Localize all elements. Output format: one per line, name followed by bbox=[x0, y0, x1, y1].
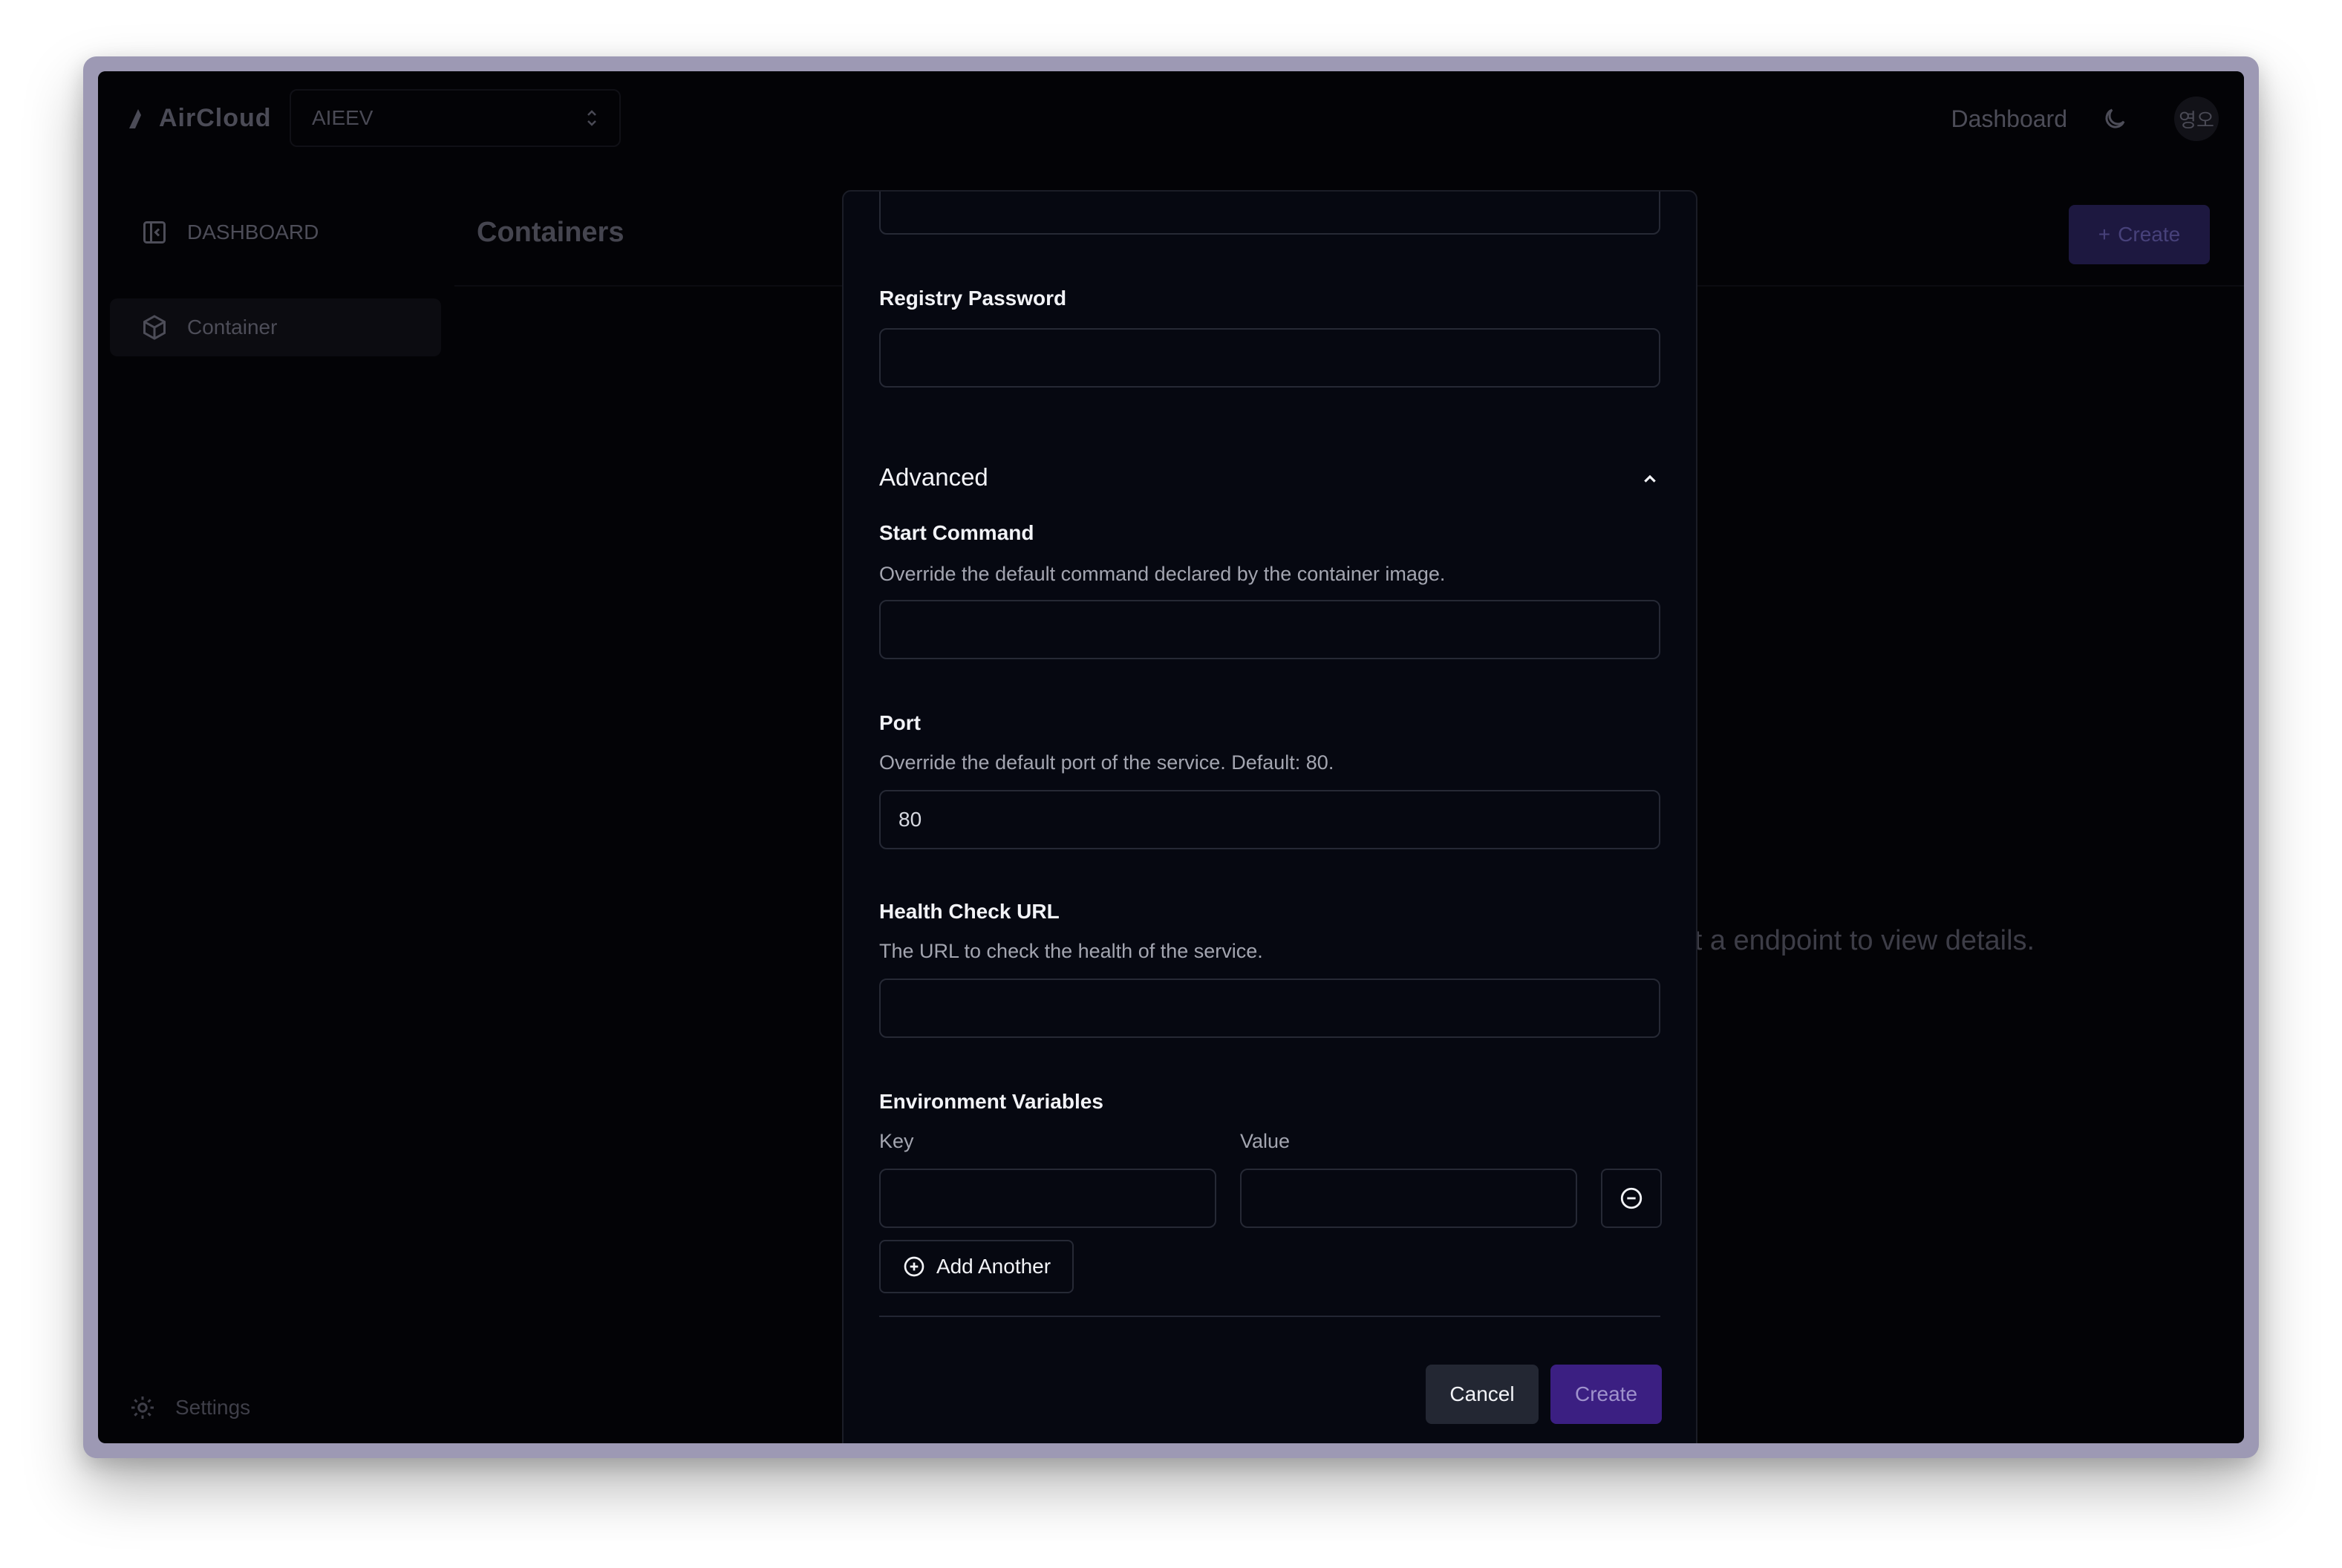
page-title: Containers bbox=[477, 217, 624, 248]
sidebar-item-container[interactable]: Container bbox=[110, 298, 441, 356]
app-window: AirCloud AIEEV Dashboard 영오 DASHBOARD Co… bbox=[98, 71, 2244, 1443]
registry-username-input[interactable] bbox=[879, 192, 1660, 235]
avatar[interactable]: 영오 bbox=[2174, 97, 2219, 141]
box-icon bbox=[143, 315, 166, 340]
port-label: Port bbox=[879, 711, 921, 734]
settings-label: Settings bbox=[175, 1396, 251, 1419]
env-value-label: Value bbox=[1240, 1130, 1291, 1152]
chevron-updown-icon bbox=[587, 110, 596, 126]
org-select[interactable]: AIEEV bbox=[290, 89, 621, 147]
logo-text: AirCloud bbox=[159, 104, 272, 132]
advanced-section-title: Advanced bbox=[879, 463, 988, 491]
registry-password-label: Registry Password bbox=[879, 287, 1067, 310]
sidebar-item-dashboard[interactable]: DASHBOARD bbox=[110, 203, 441, 261]
start-command-label: Start Command bbox=[879, 521, 1034, 544]
registry-password-input[interactable] bbox=[879, 328, 1660, 388]
health-check-description: The URL to check the health of the servi… bbox=[879, 940, 1263, 962]
sidebar-collapse-icon bbox=[143, 221, 166, 244]
empty-state-text: elect a endpoint to view details. bbox=[1643, 925, 2035, 956]
gear-icon bbox=[131, 1396, 154, 1419]
port-description: Override the default port of the service… bbox=[879, 751, 1334, 774]
sidebar-item-settings[interactable]: Settings bbox=[129, 1394, 250, 1421]
create-container-button[interactable]: + Create bbox=[2069, 205, 2210, 264]
advanced-collapse-button[interactable] bbox=[1638, 468, 1662, 491]
minus-circle-icon bbox=[1620, 1187, 1643, 1209]
create-label: Create bbox=[2118, 223, 2181, 246]
remove-env-row-button[interactable] bbox=[1601, 1169, 1662, 1228]
org-name: AIEEV bbox=[312, 106, 374, 129]
sidebar-item-label: Container bbox=[187, 316, 278, 339]
add-another-label: Add Another bbox=[936, 1255, 1051, 1278]
env-vars-label: Environment Variables bbox=[879, 1090, 1103, 1113]
health-check-label: Health Check URL bbox=[879, 900, 1060, 923]
top-bar: AirCloud AIEEV Dashboard 영오 bbox=[98, 71, 2244, 183]
start-command-input[interactable] bbox=[879, 600, 1660, 659]
health-check-input[interactable] bbox=[879, 979, 1660, 1038]
logo[interactable]: AirCloud bbox=[126, 104, 272, 133]
start-command-description: Override the default command declared by… bbox=[879, 563, 1446, 585]
add-env-row-button[interactable]: Add Another bbox=[879, 1240, 1074, 1293]
nav-dashboard-link[interactable]: Dashboard bbox=[1951, 105, 2067, 133]
env-key-input[interactable] bbox=[879, 1169, 1216, 1228]
plus-circle-icon bbox=[904, 1256, 924, 1277]
env-key-label: Key bbox=[879, 1130, 914, 1152]
moon-icon bbox=[2105, 108, 2125, 128]
theme-toggle-button[interactable] bbox=[2095, 99, 2134, 138]
sidebar-item-label: DASHBOARD bbox=[187, 220, 319, 244]
create-button[interactable]: Create bbox=[1550, 1365, 1662, 1424]
sidebar: DASHBOARD Container Settings bbox=[98, 183, 454, 1443]
cancel-button[interactable]: Cancel bbox=[1426, 1365, 1539, 1424]
env-value-input[interactable] bbox=[1240, 1169, 1577, 1228]
port-input[interactable]: 80 bbox=[879, 790, 1660, 849]
create-container-dialog: Registry Password Advanced Start Command… bbox=[842, 190, 1697, 1443]
chevron-up-icon bbox=[1644, 474, 1656, 483]
logo-icon bbox=[129, 108, 141, 128]
plus-icon: + bbox=[2098, 223, 2111, 246]
footer-divider bbox=[879, 1316, 1660, 1317]
